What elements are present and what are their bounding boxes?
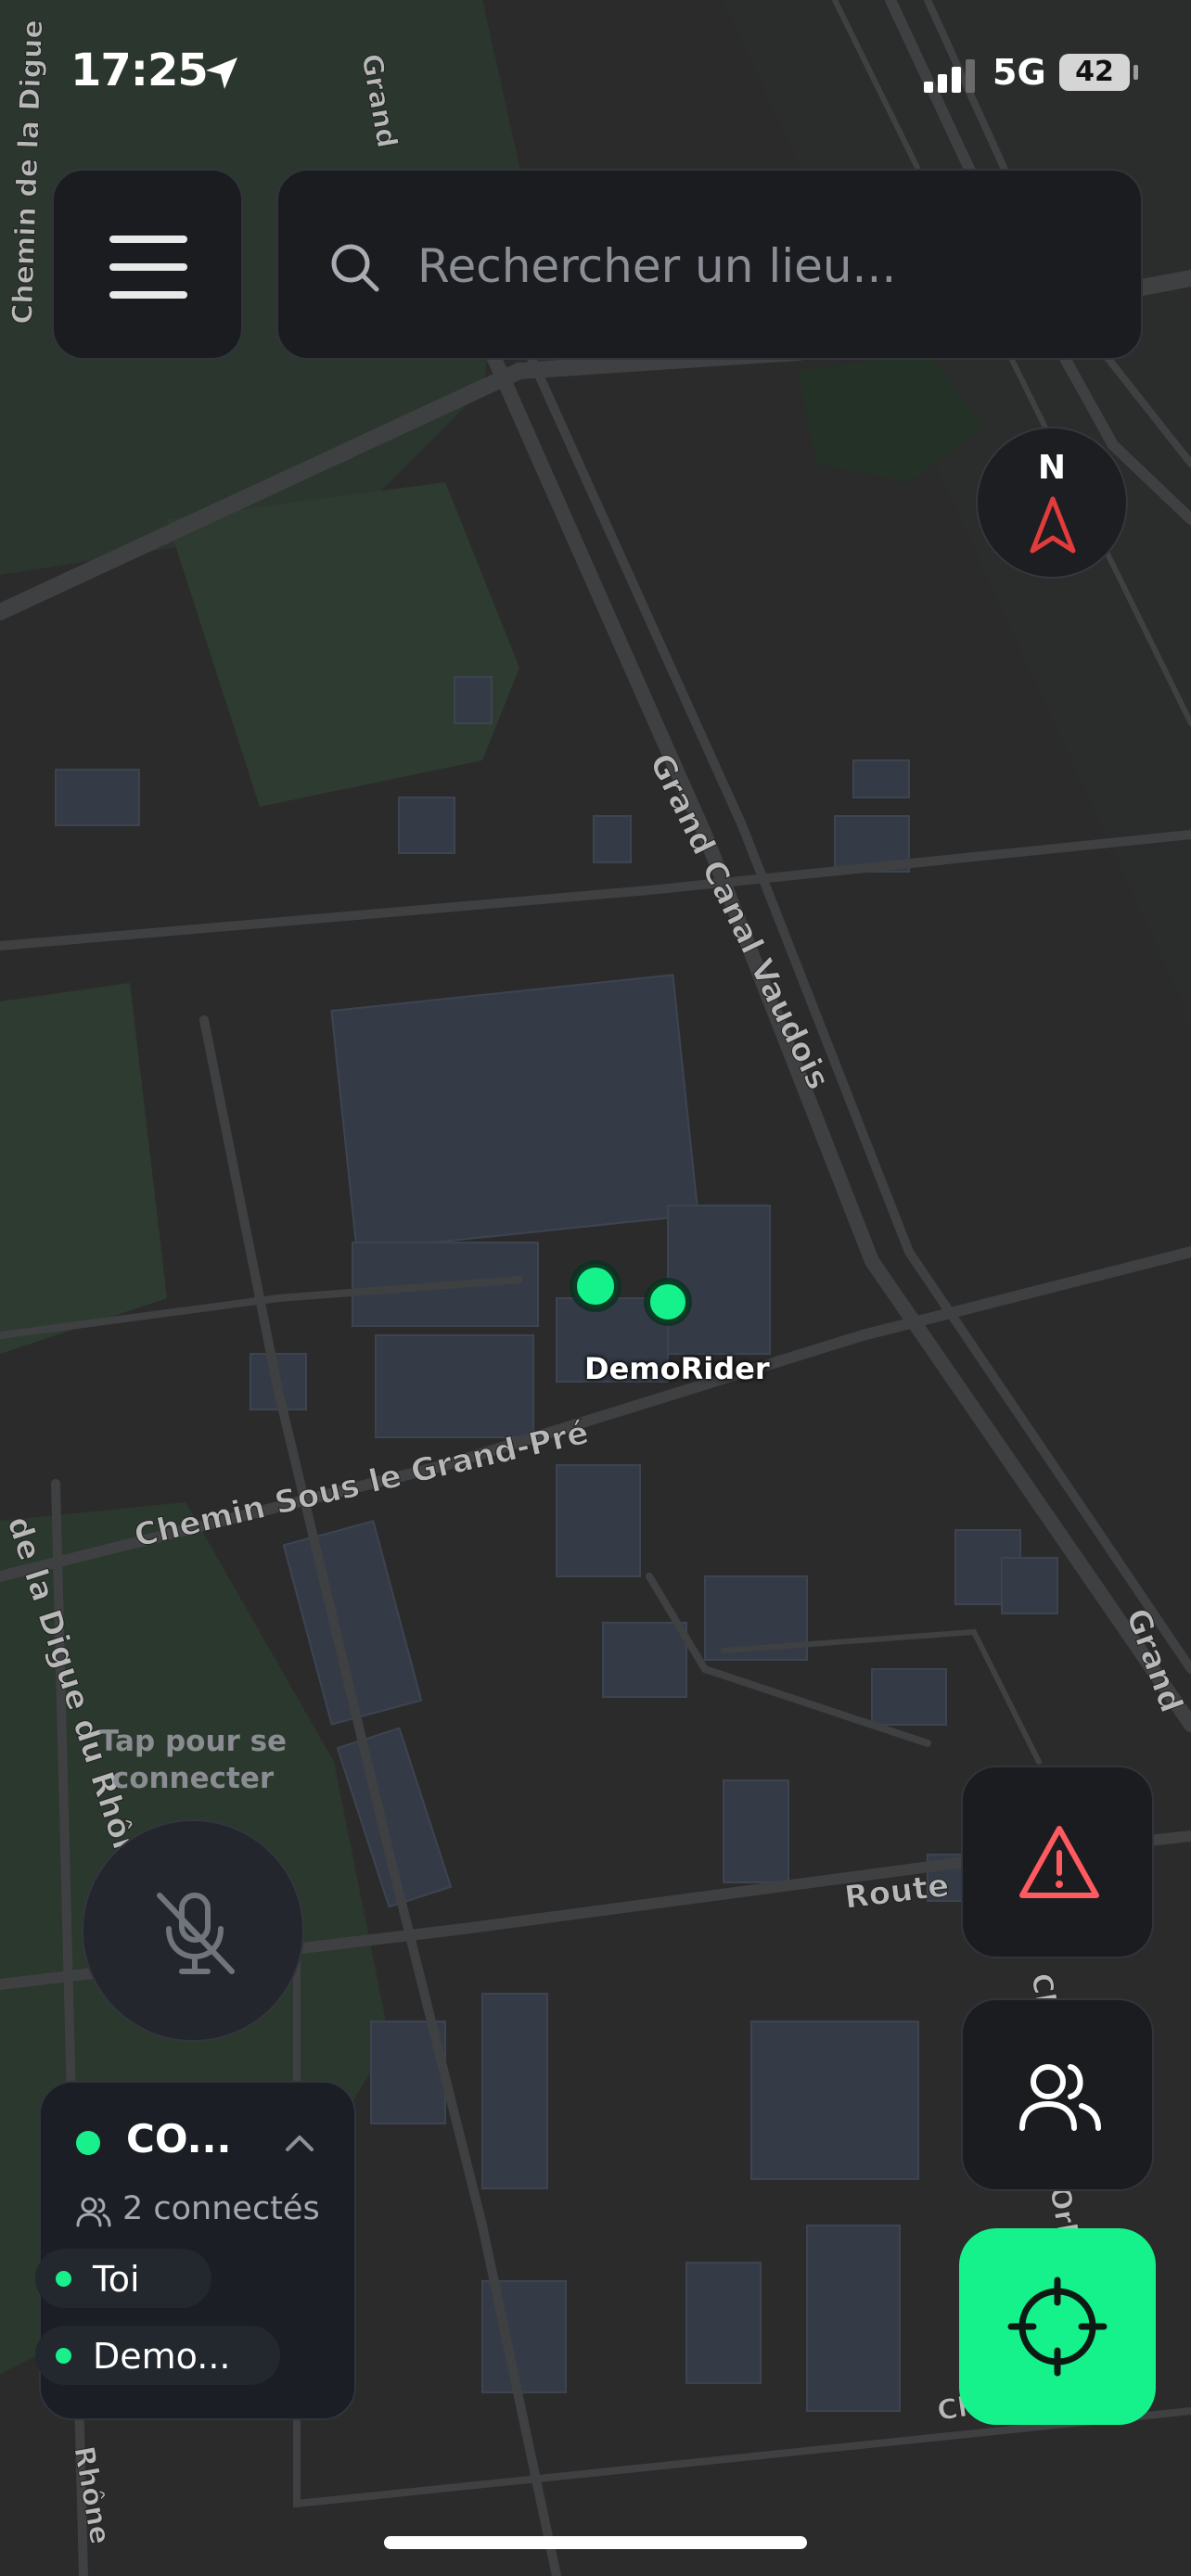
- search-icon: [331, 244, 379, 292]
- chevron-up-icon[interactable]: [284, 2133, 315, 2153]
- users-icon: [1019, 2064, 1101, 2131]
- alert-button[interactable]: [961, 1766, 1154, 1958]
- warning-triangle-icon: [1019, 1826, 1099, 1898]
- crosshair-icon: [1007, 2276, 1108, 2377]
- compass-button[interactable]: N: [976, 427, 1128, 579]
- voice-mic-button[interactable]: [82, 1819, 304, 2042]
- member-name: Toi: [93, 2259, 140, 2300]
- status-bar: 17:25 5G 42: [0, 0, 1191, 139]
- users-small-icon: [76, 2197, 111, 2227]
- cellular-signal-icon: [924, 59, 975, 93]
- compass-north-label: N: [1037, 449, 1067, 487]
- room-online-dot: [76, 2131, 100, 2155]
- search-bar[interactable]: [276, 169, 1143, 360]
- battery-indicator: 42: [1059, 54, 1130, 91]
- network-type: 5G: [992, 52, 1046, 93]
- menu-button[interactable]: [52, 169, 243, 360]
- voice-connect-hint: Tap pour se connecter: [98, 1725, 288, 1795]
- member-name: Demo...: [93, 2336, 231, 2377]
- location-arrow-icon: [206, 57, 237, 89]
- compass-arrow-icon: [1030, 496, 1076, 554]
- rider-name-label: DemoRider: [584, 1351, 770, 1386]
- member-item[interactable]: Demo...: [35, 2326, 280, 2385]
- member-online-dot: [56, 2348, 71, 2364]
- room-name: CO...: [126, 2116, 232, 2162]
- home-indicator[interactable]: [384, 2536, 807, 2549]
- connected-count: 2 connectés: [122, 2190, 320, 2227]
- member-item[interactable]: Toi: [35, 2249, 211, 2308]
- recenter-location-button[interactable]: [959, 2228, 1156, 2425]
- mic-off-icon: [157, 1893, 235, 1974]
- member-online-dot: [56, 2271, 71, 2287]
- group-members-button[interactable]: [961, 1998, 1154, 2191]
- battery-cap: [1133, 65, 1138, 80]
- search-input[interactable]: [416, 228, 1087, 304]
- status-time: 17:25: [70, 45, 209, 96]
